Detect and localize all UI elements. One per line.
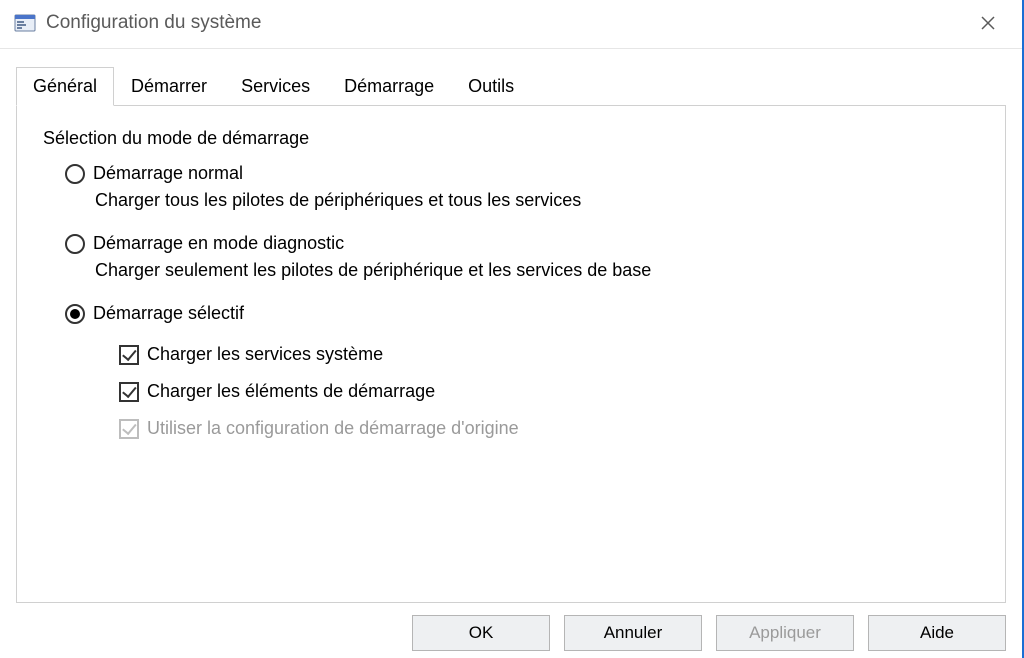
cancel-button[interactable]: Annuler [564,615,702,651]
checkbox-load-services[interactable]: Charger les services système [119,344,979,365]
checkbox-load-services-label: Charger les services système [147,344,383,365]
checkbox-icon [119,382,139,402]
checkbox-load-startup-label: Charger les éléments de démarrage [147,381,435,402]
radio-icon [65,234,85,254]
dialog-buttons: OK Annuler Appliquer Aide [0,615,1022,651]
tab-general[interactable]: Général [16,67,114,106]
radio-diagnostic-label: Démarrage en mode diagnostic [93,233,344,254]
tab-tools[interactable]: Outils [451,67,531,105]
apply-button: Appliquer [716,615,854,651]
radio-icon [65,164,85,184]
checkbox-icon [119,345,139,365]
radio-normal-desc: Charger tous les pilotes de périphérique… [95,190,979,211]
titlebar: Configuration du système [0,0,1022,48]
radio-selective[interactable]: Démarrage sélectif [65,303,979,324]
checkbox-load-startup[interactable]: Charger les éléments de démarrage [119,381,979,402]
tab-boot[interactable]: Démarrer [114,67,224,105]
help-button[interactable]: Aide [868,615,1006,651]
radio-icon [65,304,85,324]
tab-startup[interactable]: Démarrage [327,67,451,105]
ok-button[interactable]: OK [412,615,550,651]
app-icon [14,12,36,34]
radio-normal-label: Démarrage normal [93,163,243,184]
radio-normal[interactable]: Démarrage normal [65,163,979,184]
radio-diagnostic-desc: Charger seulement les pilotes de périphé… [95,260,979,281]
tab-panel-general: Sélection du mode de démarrage Démarrage… [16,105,1006,603]
window-title: Configuration du système [46,12,261,34]
checkbox-use-original-label: Utiliser la configuration de démarrage d… [147,418,519,439]
close-button[interactable] [968,7,1008,39]
radio-selective-label: Démarrage sélectif [93,303,244,324]
close-icon [980,15,996,31]
checkbox-use-original: Utiliser la configuration de démarrage d… [119,418,979,439]
group-title: Sélection du mode de démarrage [43,128,979,149]
tab-services[interactable]: Services [224,67,327,105]
tab-strip: Général Démarrer Services Démarrage Outi… [0,49,1022,105]
checkbox-icon [119,419,139,439]
radio-diagnostic[interactable]: Démarrage en mode diagnostic [65,233,979,254]
